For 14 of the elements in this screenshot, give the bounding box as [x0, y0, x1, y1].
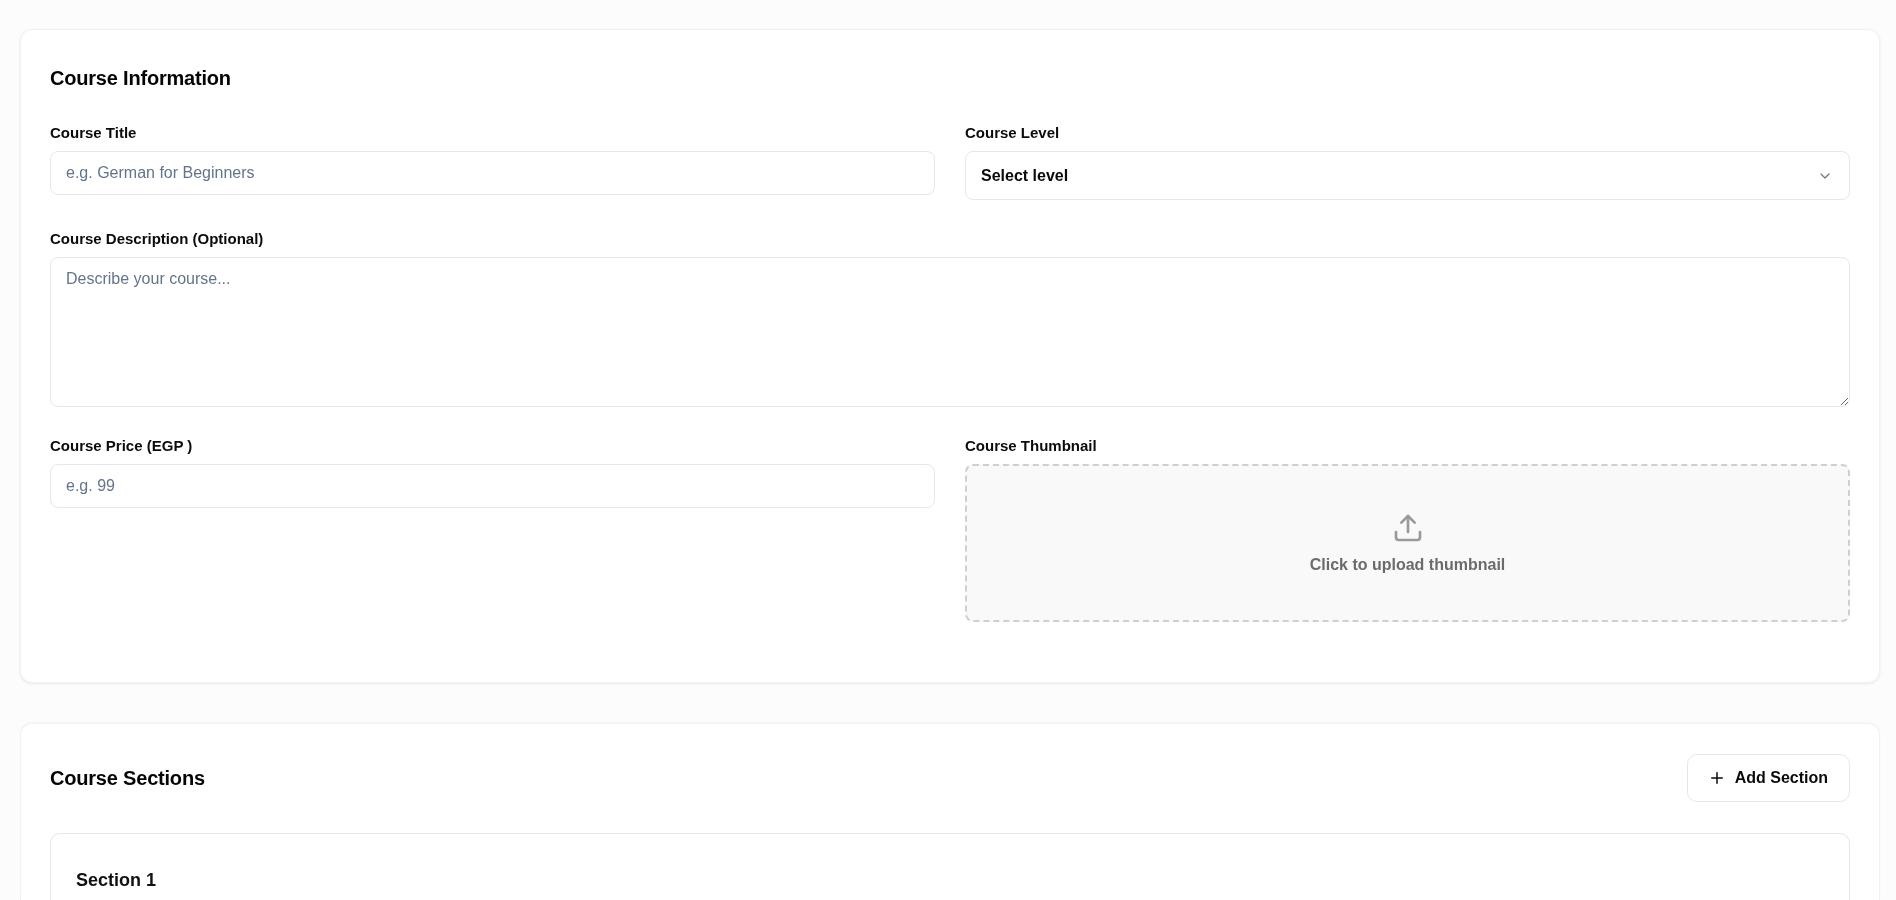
field-label: Course Title: [50, 123, 137, 143]
section-title: Section 1: [76, 869, 157, 892]
add-section-button[interactable]: Add Section: [1686, 754, 1850, 802]
field-label: Course Price (EGP ): [50, 436, 193, 456]
input-field[interactable]: e.g. German for Beginners: [50, 151, 935, 195]
field-label: Course Level: [965, 123, 1060, 143]
card-title: Course Information: [50, 66, 232, 91]
upload-dropzone[interactable]: Click to upload thumbnail: [965, 464, 1850, 622]
field-label: Course Description (Optional): [50, 229, 264, 249]
textarea-field[interactable]: Describe your course...: [50, 257, 1850, 407]
input-field[interactable]: e.g. 99: [50, 464, 935, 508]
field-label: Course Thumbnail: [965, 436, 1097, 456]
card-title: Course Sections: [50, 766, 205, 791]
select-field[interactable]: Select level: [965, 151, 1850, 200]
